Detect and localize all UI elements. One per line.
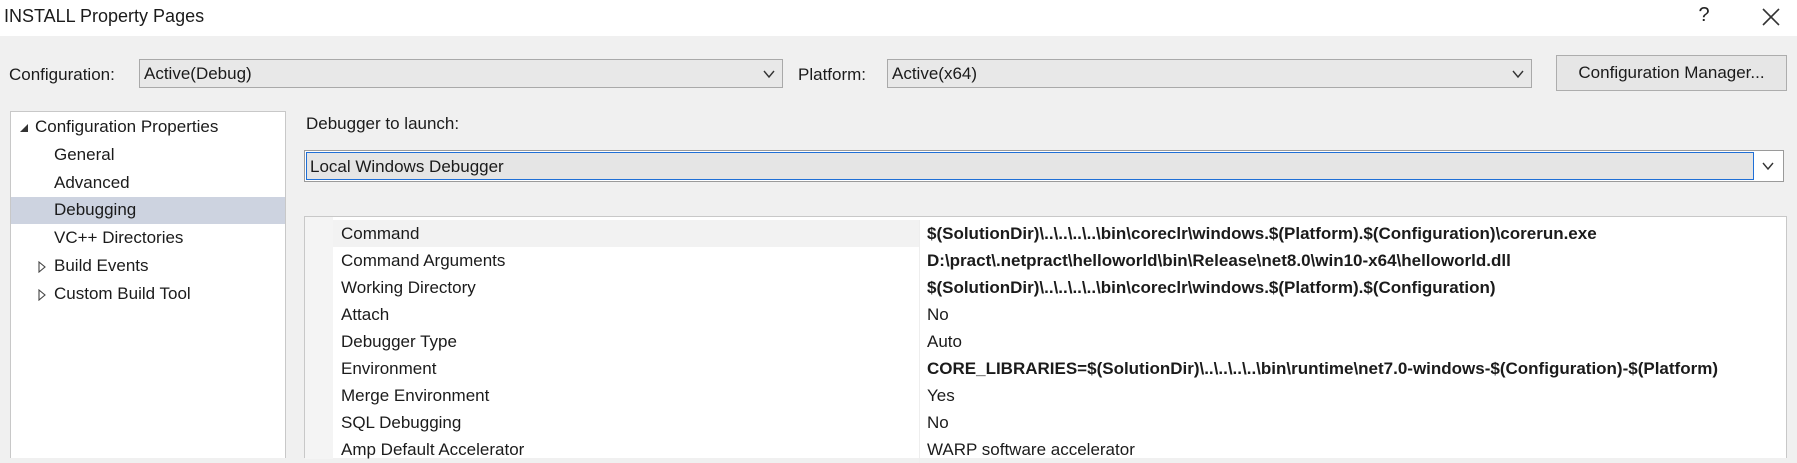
configuration-label: Configuration: <box>9 65 115 84</box>
tree-item-advanced[interactable]: Advanced <box>11 170 285 197</box>
property-name: SQL Debugging <box>341 413 462 432</box>
platform-dropdown[interactable]: Active(x64) <box>887 59 1532 88</box>
property-name: Merge Environment <box>341 386 490 405</box>
tree-item-build-events[interactable]: Build Events <box>11 253 285 280</box>
tree-item-label: Build Events <box>54 256 149 275</box>
property-value[interactable]: No <box>927 413 949 433</box>
debugger-dropdown[interactable]: Local Windows Debugger <box>304 150 1784 182</box>
property-value[interactable]: $(SolutionDir)\..\..\..\..\bin\coreclr\w… <box>927 224 1597 244</box>
property-tree: Configuration Properties General Advance… <box>10 111 286 458</box>
property-row-merge-environment[interactable]: Merge Environment Yes <box>333 382 1785 409</box>
property-row-debugger-type[interactable]: Debugger Type Auto <box>333 328 1785 355</box>
property-value[interactable]: WARP software accelerator <box>927 440 1135 460</box>
tree-item-label: General <box>54 145 115 164</box>
window-title: INSTALL Property Pages <box>4 6 205 26</box>
tree-item-custom-build-tool[interactable]: Custom Build Tool <box>11 281 285 308</box>
property-row-attach[interactable]: Attach No <box>333 301 1785 328</box>
configuration-manager-button[interactable]: Configuration Manager... <box>1556 55 1787 91</box>
property-name: Debugger Type <box>341 332 457 351</box>
tree-item-debugging[interactable]: Debugging <box>11 197 285 224</box>
platform-label: Platform: <box>798 65 867 84</box>
tree-item-label: Debugging <box>54 200 137 219</box>
platform-value: Active(x64) <box>892 64 978 83</box>
property-name: Working Directory <box>341 278 476 297</box>
expanded-triangle-icon[interactable] <box>18 122 30 134</box>
property-row-sql-debugging[interactable]: SQL Debugging No <box>333 409 1785 436</box>
debugger-value-field[interactable]: Local Windows Debugger <box>306 152 1754 180</box>
collapsed-triangle-icon[interactable] <box>36 261 48 273</box>
property-value[interactable]: Yes <box>927 386 955 406</box>
tree-item-label: Configuration Properties <box>35 117 219 136</box>
tree-item-label: Custom Build Tool <box>54 284 191 303</box>
column-divider <box>919 220 920 247</box>
column-divider <box>919 274 920 301</box>
close-button[interactable] <box>1756 2 1786 32</box>
column-divider <box>919 247 920 274</box>
property-value[interactable]: No <box>927 305 949 325</box>
property-value[interactable]: $(SolutionDir)\..\..\..\..\bin\coreclr\w… <box>927 278 1496 298</box>
chevron-down-icon <box>1512 70 1524 79</box>
property-grid: Command $(SolutionDir)\..\..\..\..\bin\c… <box>304 216 1787 463</box>
column-divider <box>919 409 920 436</box>
property-row-command[interactable]: Command $(SolutionDir)\..\..\..\..\bin\c… <box>333 220 1785 247</box>
property-name: Command Arguments <box>341 251 506 270</box>
debugger-to-launch-label: Debugger to launch: <box>306 114 460 133</box>
tree-item-label: Advanced <box>54 173 130 192</box>
property-value[interactable]: D:\pract\.netpract\helloworld\bin\Releas… <box>927 251 1511 271</box>
property-value[interactable]: CORE_LIBRARIES=$(SolutionDir)\..\..\..\.… <box>927 359 1718 379</box>
property-name: Amp Default Accelerator <box>341 440 525 459</box>
column-divider <box>919 382 920 409</box>
property-row-amp-default-accelerator[interactable]: Amp Default Accelerator WARP software ac… <box>333 436 1785 463</box>
property-row-command-arguments[interactable]: Command Arguments D:\pract\.netpract\hel… <box>333 247 1785 274</box>
tree-item-vc-directories[interactable]: VC++ Directories <box>11 225 285 252</box>
configuration-value: Active(Debug) <box>144 64 252 83</box>
column-divider <box>919 301 920 328</box>
chevron-down-icon[interactable] <box>1761 159 1775 173</box>
tree-item-configuration-properties[interactable]: Configuration Properties <box>11 114 285 141</box>
selected-name-cell <box>333 220 919 247</box>
chevron-down-icon <box>763 70 775 79</box>
close-icon <box>1762 8 1780 26</box>
tree-item-label: VC++ Directories <box>54 228 184 247</box>
column-divider <box>919 355 920 382</box>
property-name: Command <box>341 224 420 243</box>
column-divider <box>919 436 920 463</box>
property-value[interactable]: Auto <box>927 332 962 352</box>
property-row-environment[interactable]: Environment CORE_LIBRARIES=$(SolutionDir… <box>333 355 1785 382</box>
configuration-dropdown[interactable]: Active(Debug) <box>139 59 783 88</box>
title-bar: INSTALL Property Pages ? <box>0 0 1797 36</box>
collapsed-triangle-icon[interactable] <box>36 289 48 301</box>
property-name: Environment <box>341 359 437 378</box>
help-button[interactable]: ? <box>1692 4 1716 30</box>
debugger-value: Local Windows Debugger <box>310 157 504 176</box>
grid-gutter <box>305 217 333 459</box>
column-divider <box>919 328 920 355</box>
property-name: Attach <box>341 305 390 324</box>
tree-item-general[interactable]: General <box>11 142 285 169</box>
property-row-working-directory[interactable]: Working Directory $(SolutionDir)\..\..\.… <box>333 274 1785 301</box>
